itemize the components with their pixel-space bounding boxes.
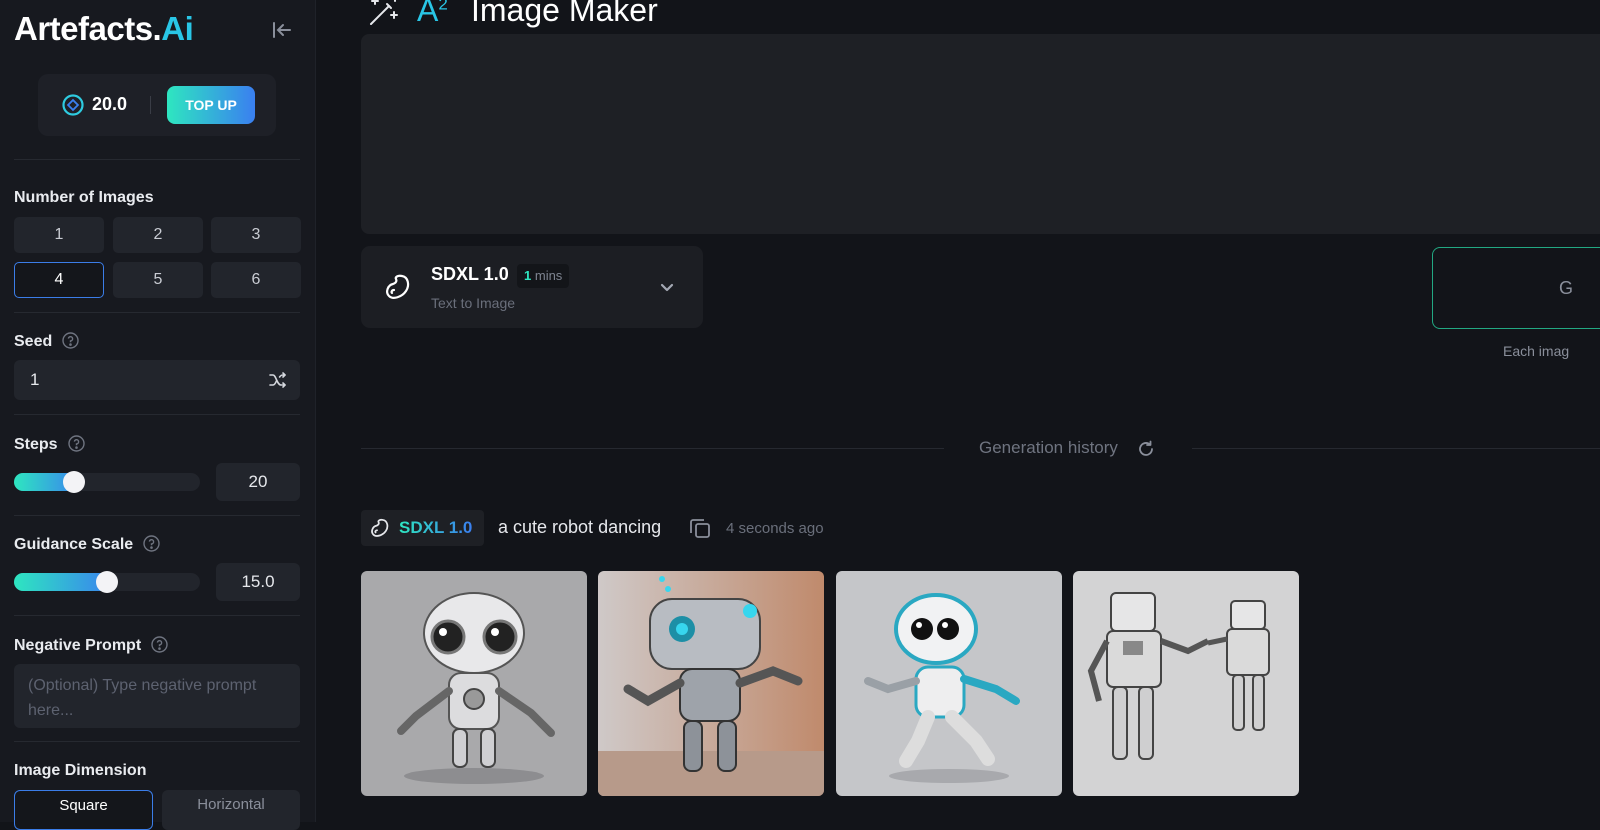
num-images-option-1[interactable]: 1 <box>14 217 104 253</box>
main-panel: A2 Image Maker SDXL 1.0 1 mins Text to I… <box>317 0 1600 822</box>
num-images-option-4[interactable]: 4 <box>14 262 104 298</box>
help-icon[interactable] <box>67 435 85 452</box>
guidance-slider[interactable] <box>14 571 200 593</box>
divider <box>14 515 300 516</box>
help-icon[interactable] <box>62 332 79 349</box>
steps-label: Steps <box>14 435 85 454</box>
title-logo-mark: A2 <box>417 0 448 28</box>
divider <box>361 448 944 449</box>
chevron-down-icon[interactable] <box>658 278 676 296</box>
steps-slider-handle[interactable] <box>62 471 85 493</box>
divider <box>1192 448 1600 449</box>
model-bean-icon <box>383 272 413 302</box>
page-title: Image Maker <box>471 0 658 28</box>
top-up-button[interactable]: TOP UP <box>167 86 255 124</box>
shuffle-icon[interactable] <box>268 370 288 390</box>
negative-prompt-label: Negative Prompt <box>14 636 168 655</box>
help-icon[interactable] <box>151 636 168 653</box>
generated-image-1[interactable] <box>361 571 587 796</box>
history-prompt-text: a cute robot dancing <box>498 517 662 537</box>
num-images-label: Number of Images <box>14 189 154 206</box>
generate-button[interactable]: G <box>1432 247 1600 329</box>
steps-value[interactable]: 20 <box>216 463 300 501</box>
num-images-option-6[interactable]: 6 <box>211 262 301 298</box>
credit-coin-icon <box>62 94 84 116</box>
num-images-option-3[interactable]: 3 <box>211 217 301 253</box>
negative-prompt-input[interactable]: (Optional) Type negative prompt here... <box>14 664 300 728</box>
image-dimension-label: Image Dimension <box>14 762 147 779</box>
guidance-slider-handle[interactable] <box>96 571 118 593</box>
model-selector[interactable]: SDXL 1.0 1 mins Text to Image <box>361 246 703 328</box>
credit-cost-note: Each imag <box>1503 343 1570 359</box>
credit-box: 20.0 TOP UP <box>38 74 276 136</box>
history-timestamp: 4 seconds ago <box>726 520 824 537</box>
divider <box>150 96 151 114</box>
generated-image-2[interactable] <box>598 571 824 796</box>
guidance-value[interactable]: 15.0 <box>216 563 300 601</box>
seed-input[interactable]: 1 <box>14 360 300 400</box>
num-images-option-5[interactable]: 5 <box>113 262 203 298</box>
generated-image-4[interactable] <box>1073 571 1299 796</box>
steps-slider[interactable] <box>14 471 200 493</box>
divider <box>14 615 300 616</box>
generation-history-label: Generation history <box>979 438 1118 457</box>
model-time-badge: 1 mins <box>517 264 570 288</box>
divider <box>14 414 300 415</box>
refresh-icon[interactable] <box>1137 440 1155 458</box>
seed-label: Seed <box>14 332 79 351</box>
copy-icon[interactable] <box>688 516 712 540</box>
history-model-badge: SDXL 1.0 <box>361 510 484 546</box>
divider <box>14 159 300 160</box>
collapse-sidebar-icon[interactable] <box>270 18 294 42</box>
credit-balance: 20.0 <box>92 94 128 114</box>
dimension-horizontal-button[interactable]: Horizontal <box>162 790 300 830</box>
divider <box>14 741 300 742</box>
help-icon[interactable] <box>143 535 160 552</box>
guidance-label: Guidance Scale <box>14 535 160 554</box>
magic-wand-icon <box>367 0 401 28</box>
divider <box>14 312 300 313</box>
prompt-input[interactable] <box>361 34 1600 234</box>
model-name: SDXL 1.0 <box>431 264 509 284</box>
num-images-option-2[interactable]: 2 <box>113 217 203 253</box>
app-logo[interactable]: Artefacts.Ai <box>14 10 194 48</box>
generated-image-3[interactable] <box>836 571 1062 796</box>
sidebar: Artefacts.Ai 20.0 TOP UP Number of Image… <box>0 0 316 830</box>
model-subtitle: Text to Image <box>431 295 516 311</box>
model-bean-icon <box>369 517 391 539</box>
dimension-square-button[interactable]: Square <box>14 790 153 830</box>
